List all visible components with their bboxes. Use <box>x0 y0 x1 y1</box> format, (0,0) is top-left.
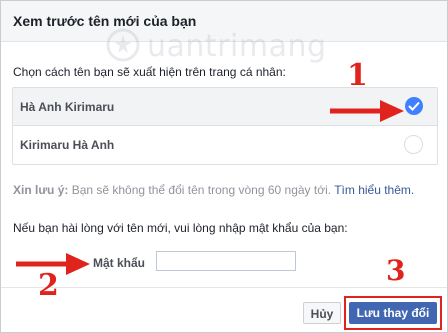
password-instruction: Nếu bạn hài lòng với tên mới, vui lòng n… <box>13 221 348 235</box>
notice-text: Bạn sẽ không thể đổi tên trong vòng 60 n… <box>68 183 335 197</box>
dialog-title: Xem trước tên mới của bạn <box>13 13 197 29</box>
dialog-footer: Hủy Lưu thay đổi <box>1 287 447 333</box>
name-choice-prompt: Chọn cách tên bạn sẽ xuất hiện trên tran… <box>13 65 286 79</box>
dialog-header: Xem trước tên mới của bạn <box>1 1 447 42</box>
name-option-label: Kirimaru Hà Anh <box>20 138 115 152</box>
step-2-arrow-icon <box>16 253 90 275</box>
name-preview-dialog: Xem trước tên mới của bạn uantrimang Chọ… <box>0 0 448 333</box>
step-1-number: 1 <box>347 58 368 93</box>
step-3-number: 3 <box>386 254 406 287</box>
radio-unchecked-icon[interactable] <box>404 135 423 154</box>
step-1-arrow-icon <box>330 100 404 122</box>
save-changes-button[interactable]: Lưu thay đổi <box>349 302 437 324</box>
name-option-2[interactable]: Kirimaru Hà Anh <box>13 126 437 163</box>
save-button-highlight: Lưu thay đổi <box>344 296 442 330</box>
learn-more-link[interactable]: Tìm hiểu thêm. <box>334 183 414 197</box>
name-option-label: Hà Anh Kirimaru <box>20 100 115 114</box>
cancel-button[interactable]: Hủy <box>303 302 341 324</box>
radio-checked-icon[interactable] <box>405 97 423 115</box>
password-label: Mật khẩu <box>93 256 146 270</box>
name-change-notice: Xin lưu ý: Bạn sẽ không thể đổi tên tron… <box>13 183 414 197</box>
notice-prefix: Xin lưu ý: <box>13 183 69 197</box>
password-input[interactable] <box>156 251 296 271</box>
